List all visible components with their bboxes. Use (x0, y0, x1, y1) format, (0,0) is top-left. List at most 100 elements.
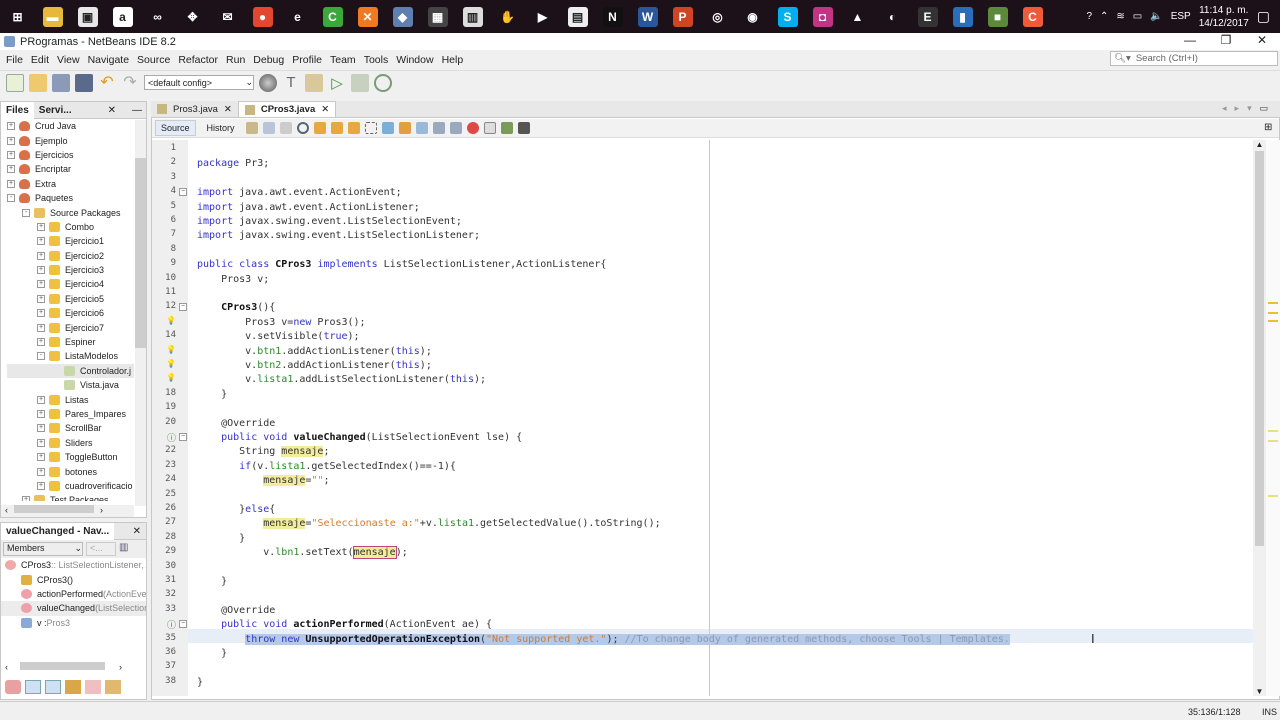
tree-item[interactable]: + Ejercicio2 (7, 249, 134, 263)
history-tab[interactable]: History (201, 123, 241, 133)
members-dropdown[interactable]: Members ⌄ (3, 542, 83, 556)
tab-pros3-java[interactable]: Pros3.java ✕ (151, 101, 238, 117)
code-area[interactable]: package Pr3; import java.awt.event.Action… (188, 140, 1253, 696)
expand-icon[interactable]: + (37, 309, 45, 318)
tree-horizontal-scrollbar[interactable]: ‹ › (1, 505, 134, 517)
tree-item[interactable]: + Ejercicio5 (7, 292, 134, 306)
language-indicator[interactable]: ESP (1171, 11, 1191, 22)
close-icon[interactable]: ✕ (103, 105, 121, 116)
javadoc-icon[interactable]: ▥ (119, 542, 128, 556)
expand-icon[interactable]: + (37, 280, 45, 289)
camtasia-icon[interactable]: C (322, 6, 343, 27)
fold-icon[interactable]: − (179, 433, 187, 441)
amazon-icon[interactable]: a (112, 6, 133, 27)
tree-item[interactable]: + ScrollBar (7, 421, 134, 435)
editor-vertical-scrollbar[interactable]: ▲ ▼ (1253, 140, 1266, 696)
hint-bulb-icon[interactable]: 💡 (152, 316, 176, 325)
back-icon[interactable] (262, 122, 275, 134)
mail-icon[interactable]: ✉ (217, 6, 238, 27)
sort-icon[interactable] (105, 680, 121, 694)
expand-icon[interactable]: + (37, 294, 45, 303)
tree-item[interactable]: + Ejercicios (7, 148, 134, 162)
expand-icon[interactable]: + (37, 481, 45, 490)
app-b-icon[interactable]: ▥ (462, 6, 483, 27)
tree-item[interactable]: + Ejercicio1 (7, 234, 134, 248)
open-project-icon[interactable] (52, 73, 70, 92)
photos-icon[interactable]: ▲ (847, 6, 868, 27)
close-tab-icon[interactable]: ✕ (224, 104, 232, 115)
store-icon[interactable]: ▣ (77, 6, 98, 27)
start-icon[interactable]: ⊞ (7, 6, 28, 27)
filter-fields-icon[interactable] (25, 680, 41, 694)
tab-cpros3-java[interactable]: CPros3.java ✕ (237, 101, 337, 117)
search-input[interactable]: 🔍︎▾ Search (Ctrl+I) (1110, 51, 1278, 66)
tree-item[interactable]: + Encriptar (7, 162, 134, 176)
edge-icon[interactable]: e (287, 6, 308, 27)
menu-file[interactable]: File (2, 54, 27, 66)
navigator-member[interactable]: CPros3() (1, 572, 146, 586)
word-icon[interactable]: W (637, 6, 658, 27)
netbeans-icon[interactable]: ◆ (392, 6, 413, 27)
previous-bookmark-icon[interactable] (381, 122, 394, 134)
maximize-button[interactable]: ❐ (1208, 33, 1244, 47)
navigator-member[interactable]: valueChanged(ListSelectionE (1, 601, 146, 616)
tree-item[interactable]: + Ejemplo (7, 133, 134, 147)
expand-icon[interactable]: + (37, 467, 45, 476)
fold-icon[interactable]: − (179, 188, 187, 197)
expand-icon[interactable]: + (7, 122, 15, 131)
comment-icon[interactable] (500, 122, 513, 134)
globe-icon[interactable] (259, 73, 277, 92)
wifi-icon[interactable]: ≋ (1116, 11, 1124, 22)
navigator-horizontal-scrollbar[interactable]: ‹ › (1, 662, 146, 674)
menu-run[interactable]: Run (222, 54, 249, 66)
clock[interactable]: 11:14 p. m. 14/12/2017 (1199, 4, 1249, 30)
tree-item[interactable]: Controlador.j (7, 363, 134, 379)
override-icon[interactable]: ⓘ (152, 431, 176, 444)
shift-right-icon[interactable] (449, 122, 462, 134)
expand-icon[interactable]: + (37, 453, 45, 462)
app-e-icon[interactable]: ◎ (707, 6, 728, 27)
expand-icon[interactable]: + (7, 150, 15, 159)
tree-item[interactable]: + Listas (7, 392, 134, 406)
tree-item[interactable]: + ToggleButton (7, 450, 134, 464)
menu-tools[interactable]: Tools (360, 54, 393, 66)
debug-icon[interactable] (351, 73, 369, 92)
instagram-icon[interactable]: ◘ (812, 6, 833, 27)
menu-refactor[interactable]: Refactor (174, 54, 222, 66)
tree-vertical-scrollbar[interactable] (135, 120, 146, 506)
expand-icon[interactable]: + (37, 237, 45, 246)
stop-macro-icon[interactable] (483, 122, 496, 134)
battery-icon[interactable]: ▭ (1133, 11, 1142, 22)
expand-icon[interactable]: + (37, 395, 45, 404)
tree-item[interactable]: + Ejercicio7 (7, 320, 134, 334)
app-f-icon[interactable]: ▮ (952, 6, 973, 27)
epic-icon[interactable]: E (917, 6, 938, 27)
find-next-icon[interactable] (330, 122, 343, 134)
expand-icon[interactable]: + (37, 424, 45, 433)
menu-source[interactable]: Source (133, 54, 174, 66)
save-all-icon[interactable] (75, 73, 93, 92)
hint-bulb-icon[interactable]: 💡 (152, 373, 176, 382)
menu-help[interactable]: Help (438, 54, 468, 66)
hint-bulb-icon[interactable]: 💡 (152, 345, 176, 354)
tree-item[interactable]: Vista.java (7, 378, 134, 392)
expand-icon[interactable]: + (7, 179, 15, 188)
scroll-left-icon[interactable]: ◂ (1222, 103, 1227, 114)
build-hammer-icon[interactable]: T (282, 74, 300, 92)
media-player-icon[interactable]: ▶ (532, 6, 553, 27)
menu-window[interactable]: Window (392, 54, 437, 66)
scope-dropdown[interactable]: <... (86, 542, 116, 556)
maps-icon[interactable]: ◉ (742, 6, 763, 27)
netflix-icon[interactable]: N (602, 6, 623, 27)
menu-view[interactable]: View (53, 54, 84, 66)
navigator-member[interactable]: v : Pros3 (1, 616, 146, 630)
chevron-down-icon[interactable]: ▾ (1247, 103, 1252, 114)
scroll-down-icon[interactable]: ▼ (1253, 687, 1266, 696)
new-project-icon[interactable] (29, 73, 47, 92)
chrome-icon[interactable]: ● (252, 6, 273, 27)
tab-services[interactable]: Servi... (34, 105, 77, 116)
file-explorer-icon[interactable]: ▬ (42, 6, 63, 27)
filter-nonpublic-icon[interactable] (65, 680, 81, 694)
filter-inherited-icon[interactable] (5, 680, 21, 694)
fold-icon[interactable]: − (179, 620, 187, 629)
